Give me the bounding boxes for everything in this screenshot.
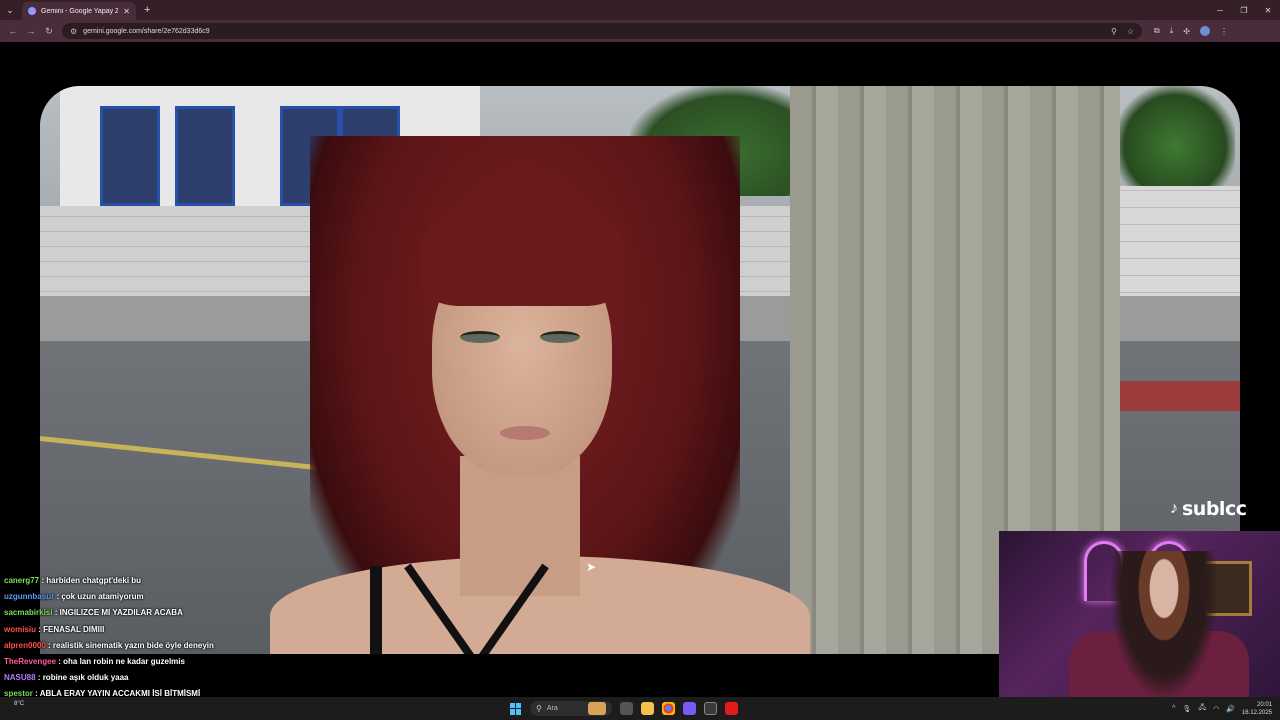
search-icon: ⚲: [536, 704, 542, 713]
windows-taskbar: 8°C ⚲ Ara ^ 🎙 🖧 ◠ 🔊 20:01 16.12.2025: [0, 697, 1280, 720]
obs-icon[interactable]: [704, 702, 717, 715]
chat-message: canerg77 : harbiden chatgpt'deki bu: [4, 575, 304, 591]
chat-message: NASU88 : robine aşık olduk yaaa: [4, 672, 304, 688]
chat-username: canerg77: [4, 576, 40, 585]
chat-separator: :: [45, 640, 53, 650]
chat-text: harbiden chatgpt'deki bu: [46, 576, 142, 585]
browser-tab[interactable]: Gemini - Google Yapay Zeka'y ✕: [22, 2, 136, 20]
tab-search-chevron-down-icon[interactable]: ⌄: [0, 0, 20, 20]
clock-date: 16.12.2025: [1241, 709, 1272, 716]
more-vert-icon[interactable]: ⋮: [1220, 27, 1228, 36]
minimize-icon[interactable]: ─: [1208, 0, 1232, 20]
chat-separator: :: [35, 673, 43, 683]
close-window-icon[interactable]: ✕: [1256, 0, 1280, 20]
url-text: gemini.google.com/share/2e762d33d6c9: [83, 27, 210, 35]
tab-title: Gemini - Google Yapay Zeka'y: [41, 7, 119, 15]
chat-message: sacmabirkisi : INGILIZCE MI YAZDILAR ACA…: [4, 607, 304, 623]
browser-toolbar: ← → ↻ ⚙ gemini.google.com/share/2e762d33…: [0, 20, 1280, 42]
tiktok-icon: ♪: [1170, 500, 1178, 517]
chat-text: çok uzun atamiyorum: [61, 592, 144, 602]
chat-text: oha lan robin ne kadar guzelmis: [63, 656, 185, 666]
windows-start-icon[interactable]: [510, 702, 522, 715]
chat-username: womisiu: [4, 624, 37, 634]
browser-tab-strip: ⌄ Gemini - Google Yapay Zeka'y ✕ + ─ ❐ ✕: [0, 0, 1280, 20]
microphone-icon[interactable]: 🎙: [1182, 705, 1191, 713]
taskbar-search[interactable]: ⚲ Ara: [530, 701, 612, 716]
file-explorer-icon[interactable]: [641, 702, 654, 715]
system-tray: ^ 🎙 🖧 ◠ 🔊 20:01 16.12.2025: [1172, 697, 1272, 720]
chrome-icon[interactable]: [662, 702, 675, 715]
chat-text: robine aşık olduk yaaa: [42, 673, 129, 683]
zoom-icon[interactable]: ⚲: [1111, 27, 1117, 36]
chat-message: TheRevengee : oha lan robin ne kadar guz…: [4, 656, 304, 672]
red-curb: [1120, 381, 1240, 411]
maximize-icon[interactable]: ❐: [1232, 0, 1256, 20]
toolbar-right-actions: ⧉ ⤓ ✣ ⋮: [1154, 26, 1228, 36]
extensions-icon[interactable]: ⧉: [1154, 26, 1160, 36]
chat-message: uzgunnbasur : çok uzun atamiyorum: [4, 591, 304, 607]
discord-icon[interactable]: [683, 702, 696, 715]
store-window: [100, 106, 160, 206]
chat-username: alpren0000: [4, 640, 46, 650]
streamer-webcam: [999, 531, 1280, 697]
clock[interactable]: 20:01 16.12.2025: [1242, 701, 1272, 717]
forward-arrow-icon[interactable]: →: [22, 22, 40, 40]
reload-icon[interactable]: ↻: [40, 22, 58, 40]
gemini-favicon-icon: [28, 7, 36, 15]
site-info-icon[interactable]: ⚙: [70, 27, 77, 36]
screen: ⌄ Gemini - Google Yapay Zeka'y ✕ + ─ ❐ ✕…: [0, 0, 1280, 720]
watermark-text: sublcc: [1182, 498, 1247, 520]
chat-username: TheRevengee: [4, 656, 57, 666]
person-eye: [540, 331, 580, 343]
chat-username: uzgunnbasur: [4, 592, 55, 602]
chat-message: womisiu : FENASAL DIMIII: [4, 624, 304, 640]
weather-widget[interactable]: 8°C: [14, 701, 24, 707]
tab-close-icon[interactable]: ✕: [123, 7, 130, 16]
chevron-up-icon[interactable]: ^: [1172, 705, 1175, 712]
mouse-cursor-icon: ➤: [586, 560, 597, 574]
store-window: [175, 106, 235, 206]
chat-text: FENASAL DIMIII: [43, 624, 105, 634]
volume-icon[interactable]: 🔊: [1226, 705, 1235, 713]
chat-username: NASU88: [4, 673, 36, 683]
clock-time: 20:01: [1256, 701, 1272, 708]
profile-avatar[interactable]: [1199, 26, 1210, 36]
search-highlight-icon: [588, 702, 606, 715]
omnibox-actions: ⚲ ☆: [1111, 27, 1134, 36]
wifi-icon[interactable]: ◠: [1213, 705, 1219, 713]
tiktok-watermark: ♪ sublcc: [1170, 498, 1247, 520]
address-bar[interactable]: ⚙ gemini.google.com/share/2e762d33d6c9 ⚲…: [62, 23, 1142, 39]
person-lips: [500, 426, 550, 440]
person-eye: [460, 331, 500, 343]
chat-message: alpren0000 : realistik sinematik yazın b…: [4, 640, 304, 656]
top-strap: [370, 566, 382, 654]
new-tab-button[interactable]: +: [144, 4, 150, 16]
person-neck: [460, 456, 580, 596]
network-icon[interactable]: 🖧: [1198, 703, 1206, 714]
bookmark-star-icon[interactable]: ☆: [1127, 27, 1134, 36]
task-view-icon[interactable]: [620, 702, 633, 715]
chat-separator: :: [52, 608, 60, 618]
extension-puzzle-icon[interactable]: ✣: [1183, 27, 1190, 36]
streamer: [1109, 551, 1219, 697]
background-bush: [1115, 86, 1235, 186]
chat-text: realistik sinematik yazın bide öyle dene…: [52, 640, 214, 650]
chat-text: INGILIZCE MI YAZDILAR ACABA: [59, 608, 183, 618]
person-bangs: [420, 196, 625, 306]
back-arrow-icon[interactable]: ←: [4, 22, 22, 40]
window-controls: ─ ❐ ✕: [1208, 0, 1280, 20]
taskbar-apps: ⚲ Ara: [510, 697, 738, 720]
search-placeholder: Ara: [546, 705, 558, 712]
download-icon[interactable]: ⤓: [1170, 26, 1174, 36]
chat-username: sacmabirkisi: [4, 608, 53, 618]
youtube-icon[interactable]: [725, 702, 738, 715]
